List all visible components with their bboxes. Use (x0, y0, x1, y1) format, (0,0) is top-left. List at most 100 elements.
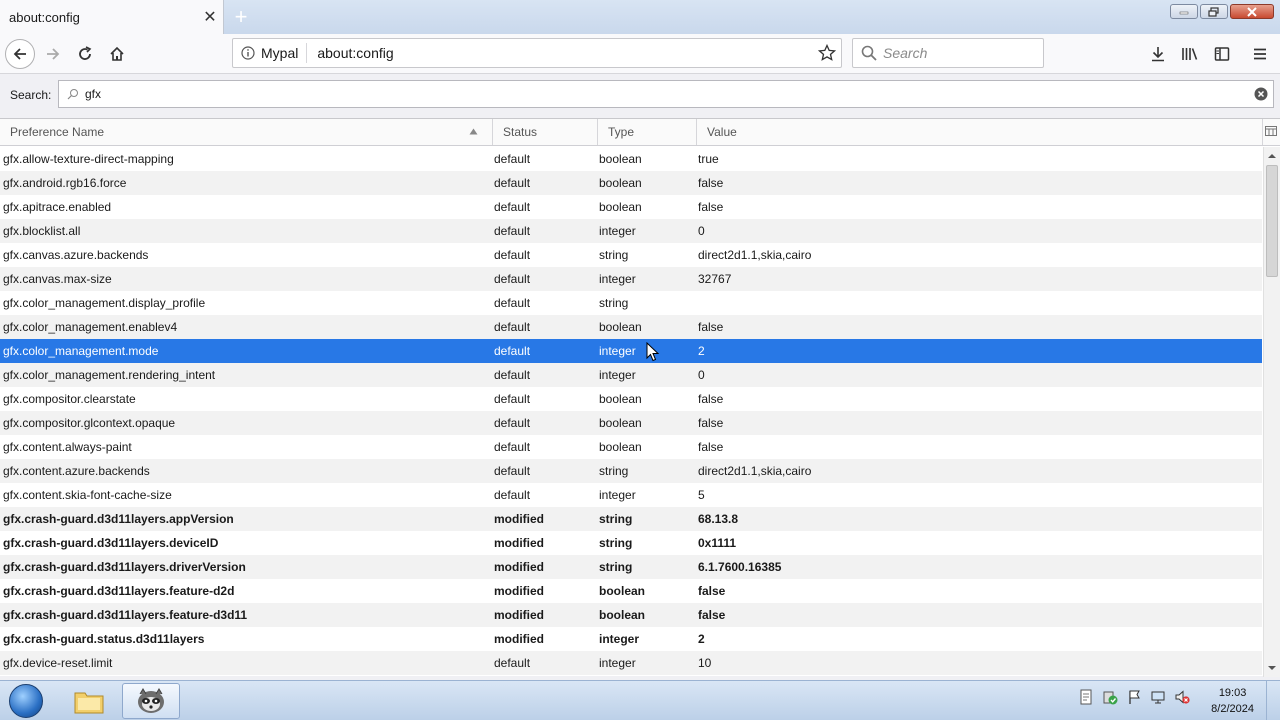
table-row[interactable]: gfx.color_management.rendering_intent def… (0, 363, 1262, 387)
url-bar[interactable]: Mypal about:config (232, 38, 842, 68)
pref-type-cell: string (599, 536, 633, 550)
pref-status-cell: default (494, 416, 531, 430)
table-row[interactable]: gfx.crash-guard.d3d11layers.appVersion mo… (0, 507, 1262, 531)
preference-search-input[interactable]: gfx (58, 80, 1274, 108)
menu-button[interactable] (1246, 39, 1274, 69)
web-search-bar[interactable]: Search (852, 38, 1044, 68)
table-row[interactable]: gfx.android.rgb16.force default boolean fal… (0, 171, 1262, 195)
new-tab-button[interactable]: + (228, 4, 254, 30)
pref-type-cell: integer (599, 224, 636, 238)
window-controls (1170, 4, 1274, 19)
library-button[interactable] (1176, 39, 1204, 69)
pref-type-cell: string (599, 248, 629, 262)
pref-value-cell: false (698, 392, 724, 406)
home-button[interactable] (102, 39, 132, 69)
taskbar-file-explorer[interactable] (60, 683, 118, 719)
table-row[interactable]: gfx.color_management.mode default integer 2 (0, 339, 1262, 363)
notes-icon[interactable] (1078, 689, 1094, 705)
scrollbar-thumb[interactable] (1266, 165, 1278, 277)
reload-button[interactable] (70, 39, 100, 69)
pref-type-cell: boolean (599, 200, 642, 214)
table-row[interactable]: gfx.content.always-paint default boolean fa… (0, 435, 1262, 459)
column-header-status[interactable]: Status (493, 119, 598, 145)
table-row[interactable]: gfx.canvas.max-size default integer 32767 (0, 267, 1262, 291)
download-icon (1152, 47, 1164, 62)
volume-muted-icon[interactable] (1174, 689, 1190, 705)
table-row[interactable]: gfx.content.skia-font-cache-size default i… (0, 483, 1262, 507)
table-row[interactable]: gfx.color_management.enablev4 default bool… (0, 315, 1262, 339)
pref-value-cell: 2 (698, 344, 705, 358)
pref-value-cell: 0x1111 (698, 536, 737, 550)
network-icon[interactable] (1150, 689, 1166, 705)
table-row[interactable]: gfx.device-reset.limit default integer 10 (0, 651, 1262, 675)
pref-name-cell: gfx.compositor.glcontext.opaque (3, 416, 176, 430)
forward-arrow-icon (47, 48, 60, 60)
table-row[interactable]: gfx.allow-texture-direct-mapping default b… (0, 147, 1262, 171)
star-icon (818, 44, 836, 61)
table-header: Preference Name Status Type Value (0, 119, 1280, 146)
pref-value-cell: 32767 (698, 272, 732, 286)
back-button[interactable] (5, 39, 35, 69)
pref-type-cell: string (599, 464, 629, 478)
vertical-scrollbar[interactable] (1263, 147, 1280, 677)
pref-status-cell: default (494, 200, 531, 214)
tab-about-config[interactable]: about:config ✕ (0, 0, 224, 34)
scroll-up-icon[interactable] (1267, 151, 1277, 161)
pref-value-cell: true (698, 152, 719, 166)
pref-name-cell: gfx.content.always-paint (3, 440, 132, 454)
url-text[interactable]: about:config (307, 45, 813, 61)
close-icon (1247, 6, 1257, 17)
column-header-value[interactable]: Value (697, 119, 1263, 145)
taskbar-mypal-browser[interactable] (122, 683, 180, 719)
table-row[interactable]: gfx.crash-guard.d3d11layers.driverVersio… (0, 555, 1262, 579)
pref-status-cell: default (494, 320, 531, 334)
table-row[interactable]: gfx.compositor.glcontext.opaque default bo… (0, 411, 1262, 435)
start-button[interactable] (5, 681, 47, 720)
security-check-icon[interactable] (1102, 689, 1118, 705)
tab-title: about:config (9, 9, 80, 25)
restore-button[interactable] (1200, 4, 1228, 19)
column-header-type[interactable]: Type (598, 119, 697, 145)
site-identity[interactable]: Mypal (233, 43, 308, 63)
system-clock[interactable]: 19:03 8/2/2024 (1211, 685, 1254, 717)
table-row[interactable]: gfx.canvas.azure.backends default string di… (0, 243, 1262, 267)
pref-type-cell: boolean (599, 320, 642, 334)
table-row[interactable]: gfx.compositor.clearstate default boolean f… (0, 387, 1262, 411)
table-row[interactable]: gfx.blocklist.all default integer 0 (0, 219, 1262, 243)
pref-name-cell: gfx.blocklist.all (3, 224, 81, 238)
show-desktop-button[interactable] (1266, 681, 1280, 720)
table-row[interactable]: gfx.crash-guard.d3d11layers.feature-d3d1… (0, 603, 1262, 627)
pref-type-cell: boolean (599, 416, 642, 430)
column-header-name[interactable]: Preference Name (0, 119, 493, 145)
pref-value-cell: false (698, 440, 724, 454)
pref-name-cell: gfx.content.skia-font-cache-size (3, 488, 172, 502)
clear-search-button[interactable] (1249, 87, 1273, 101)
minimize-button[interactable] (1170, 4, 1198, 19)
pref-status-cell: default (494, 224, 531, 238)
table-row[interactable]: gfx.crash-guard.d3d11layers.deviceID modi… (0, 531, 1262, 555)
downloads-button[interactable] (1144, 39, 1172, 69)
column-picker-icon[interactable] (1265, 125, 1277, 137)
table-row[interactable]: gfx.color_management.display_profile defa… (0, 291, 1262, 315)
pref-value-cell: false (698, 176, 724, 190)
pref-type-cell: boolean (599, 584, 646, 598)
close-tab-icon[interactable]: ✕ (197, 4, 223, 30)
scroll-down-icon[interactable] (1267, 663, 1277, 673)
table-row[interactable]: gfx.content.azure.backends default string d… (0, 459, 1262, 483)
preference-search-value[interactable]: gfx (85, 87, 1243, 101)
table-row[interactable]: gfx.apitrace.enabled default boolean false (0, 195, 1262, 219)
forward-button[interactable] (38, 39, 68, 69)
table-row[interactable]: gfx.crash-guard.status.d3d11layers modifi… (0, 627, 1262, 651)
action-center-flag-icon[interactable] (1126, 689, 1142, 705)
close-window-button[interactable] (1230, 4, 1274, 19)
preferences-table: Preference Name Status Type Value gfx.al… (0, 118, 1280, 677)
pref-name-cell: gfx.content.azure.backends (3, 464, 150, 478)
pref-status-cell: default (494, 464, 531, 478)
pref-name-cell: gfx.canvas.max-size (3, 272, 112, 286)
pref-value-cell: false (698, 584, 726, 598)
table-row[interactable]: gfx.crash-guard.d3d11layers.feature-d2d m… (0, 579, 1262, 603)
sidebar-button[interactable] (1208, 39, 1236, 69)
bookmark-star-button[interactable] (813, 44, 841, 62)
search-icon (861, 45, 877, 61)
pref-name-cell: gfx.crash-guard.status.d3d11layers (3, 632, 205, 646)
